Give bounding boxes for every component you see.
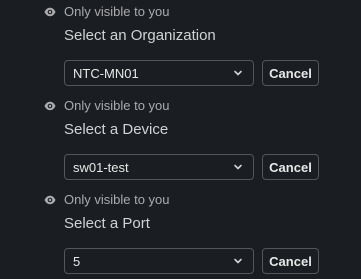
cancel-button[interactable]: Cancel [262,248,319,274]
port-select[interactable]: 5 [64,248,254,274]
select-device-prompt: Select a Device [64,121,169,138]
device-select[interactable]: sw01-test [64,154,254,180]
chevron-down-icon [233,68,243,78]
select-port-prompt: Select a Port [64,215,150,232]
visibility-text: Only visible to you [64,4,170,19]
visibility-notice: Only visible to you [44,192,170,208]
eye-icon [44,100,56,112]
eye-icon [44,194,56,206]
port-select-value: 5 [73,253,81,269]
organization-select[interactable]: NTC-MN01 [64,60,254,86]
cancel-button[interactable]: Cancel [262,60,319,86]
cancel-button[interactable]: Cancel [262,154,319,180]
organization-block: Only visible to you Select an Organizati… [0,4,361,86]
visibility-text: Only visible to you [64,98,170,113]
chevron-down-icon [233,256,243,266]
visibility-text: Only visible to you [64,192,170,207]
device-select-value: sw01-test [73,159,129,175]
device-block: Only visible to you Select a Device sw01… [0,98,361,180]
visibility-notice: Only visible to you [44,98,170,114]
eye-icon [44,6,56,18]
select-organization-prompt: Select an Organization [64,27,216,44]
visibility-notice: Only visible to you [44,4,170,20]
chevron-down-icon [233,162,243,172]
organization-select-value: NTC-MN01 [73,65,139,81]
port-block: Only visible to you Select a Port 5 Canc… [0,192,361,274]
